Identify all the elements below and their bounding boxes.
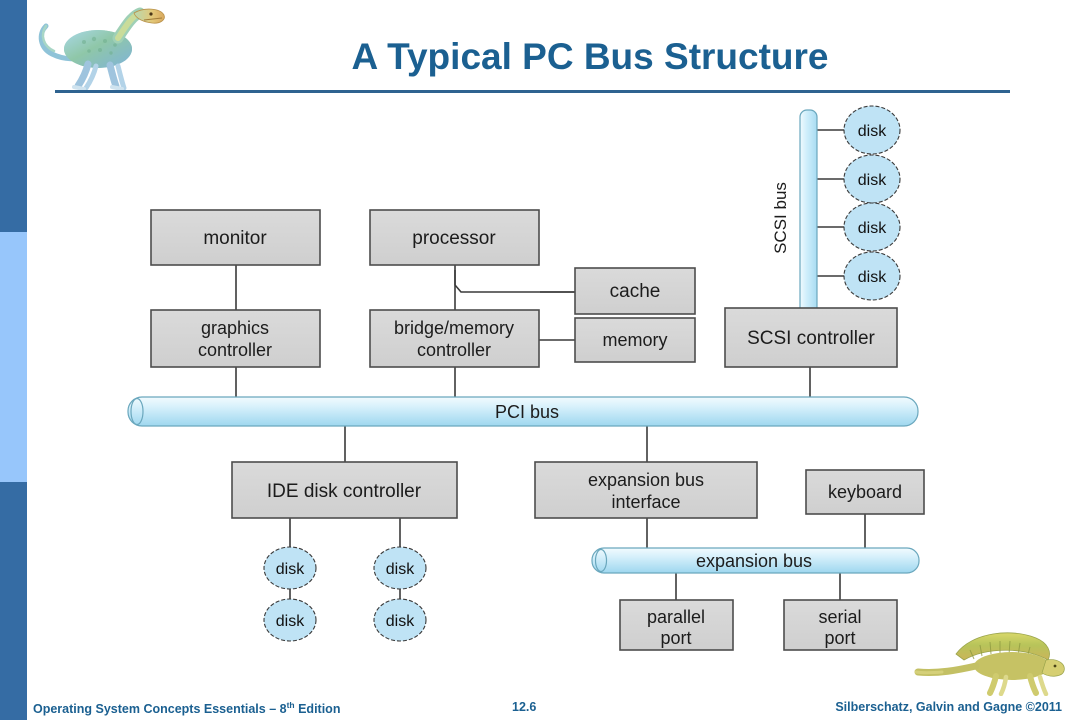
box-label-line1: bridge/memory	[394, 318, 514, 338]
bus-pci: PCI bus	[127, 396, 919, 427]
bus-pci-label: PCI bus	[495, 402, 559, 422]
footer-edition: Operating System Concepts Essentials – 8…	[33, 700, 340, 716]
bus-scsi-label: SCSI bus	[771, 182, 790, 254]
bus-expansion-label: expansion bus	[696, 551, 812, 571]
page-title: A Typical PC Bus Structure	[351, 36, 829, 77]
disk-label: disk	[858, 269, 887, 286]
box-label: SCSI controller	[747, 328, 875, 349]
footer-copyright: Silberschatz, Galvin and Gagne ©2011	[835, 700, 1062, 714]
disk-node: disk	[373, 598, 427, 642]
box-label: monitor	[203, 228, 267, 249]
disk-node: disk	[263, 546, 317, 590]
box-serial-port: serial port	[783, 599, 898, 651]
pc-bus-structure-diagram: SCSI bus disk disk disk disk monitor pro…	[120, 100, 950, 660]
box-label: cache	[610, 281, 661, 302]
footer-edition-dash: – 8	[269, 702, 287, 717]
box-label-line2: controller	[417, 340, 491, 360]
box-expansion-bus-interface: expansion bus interface	[534, 461, 758, 519]
bus-expansion: expansion bus	[591, 547, 920, 574]
box-keyboard: keyboard	[805, 469, 925, 515]
disk-node: disk	[843, 202, 901, 252]
box-memory: memory	[574, 317, 696, 363]
disk-node: disk	[263, 598, 317, 642]
bus-scsi: SCSI bus	[771, 109, 818, 326]
disk-label: disk	[276, 613, 305, 630]
box-label: processor	[412, 228, 496, 249]
sidebar-segment-bottom	[0, 482, 27, 720]
footer-edition-text: Operating System Concepts Essentials	[33, 702, 270, 717]
decorative-sidebar	[0, 0, 27, 720]
box-cache: cache	[574, 267, 696, 315]
footer-edition-ordinal: th	[286, 700, 295, 710]
box-ide-disk-controller: IDE disk controller	[231, 461, 458, 519]
box-label-line2: port	[824, 628, 855, 648]
disk-node: disk	[843, 105, 901, 155]
sidebar-segment-middle	[0, 232, 27, 482]
box-label-line1: parallel	[647, 607, 705, 627]
disk-label: disk	[858, 123, 887, 140]
box-parallel-port: parallel port	[619, 599, 734, 651]
disk-label: disk	[386, 561, 415, 578]
footer-page-number: 12.6	[512, 700, 537, 714]
box-bridge-memory-controller: bridge/memory controller	[369, 309, 540, 368]
box-label-line1: serial	[818, 607, 861, 627]
box-label: keyboard	[828, 482, 902, 502]
dinosaur-logo-icon	[908, 626, 1073, 697]
box-label: memory	[602, 330, 667, 350]
box-label-line1: expansion bus	[588, 470, 704, 490]
disk-label: disk	[386, 613, 415, 630]
disk-label: disk	[858, 172, 887, 189]
disk-node: disk	[373, 546, 427, 590]
box-label-line1: graphics	[201, 318, 269, 338]
disk-node: disk	[843, 251, 901, 301]
footer-edition-tail: Edition	[294, 702, 341, 717]
box-label: IDE disk controller	[267, 481, 422, 502]
disk-label: disk	[858, 220, 887, 237]
disk-node: disk	[843, 154, 901, 204]
box-graphics-controller: graphics controller	[150, 309, 321, 368]
box-label-line2: port	[660, 628, 691, 648]
box-scsi-controller: SCSI controller	[724, 307, 898, 368]
disk-label: disk	[276, 561, 305, 578]
box-label-line2: controller	[198, 340, 272, 360]
scsi-disk-group: disk disk disk disk	[843, 105, 901, 301]
box-processor: processor	[369, 209, 540, 266]
ide-disk-group: disk disk disk disk	[263, 546, 427, 642]
title-divider	[55, 90, 1010, 93]
box-label-line2: interface	[611, 492, 680, 512]
box-monitor: monitor	[150, 209, 321, 266]
